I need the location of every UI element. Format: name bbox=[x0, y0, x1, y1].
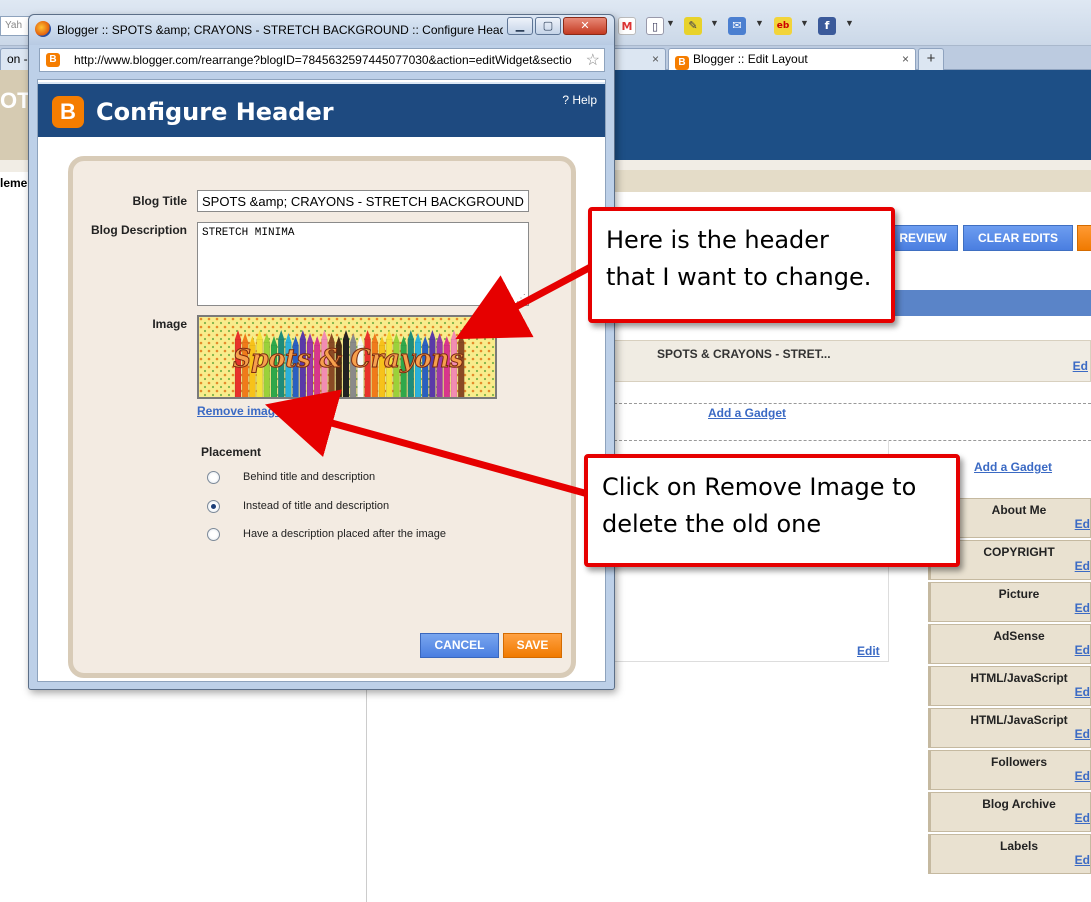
callout-header-line-2: that I want to change. bbox=[606, 263, 872, 291]
callout-header: Here is the header that I want to change… bbox=[588, 207, 895, 323]
callout-header-line-1: Here is the header bbox=[606, 226, 829, 254]
annotation-arrows bbox=[265, 258, 602, 498]
arrow-to-remove-image bbox=[265, 389, 589, 498]
arrow-to-header-image bbox=[455, 258, 602, 340]
callout-remove-image: Click on Remove Image to delete the old … bbox=[584, 454, 960, 567]
callout-remove-line-1: Click on Remove Image to bbox=[602, 473, 917, 501]
callout-remove-line-2: delete the old one bbox=[602, 510, 822, 538]
screenshot-root: Yah M ▯ ▼ ✎ ▼ ✉ ▼ eb ▼ f ▼ on - Y × BBlo… bbox=[0, 0, 1091, 902]
